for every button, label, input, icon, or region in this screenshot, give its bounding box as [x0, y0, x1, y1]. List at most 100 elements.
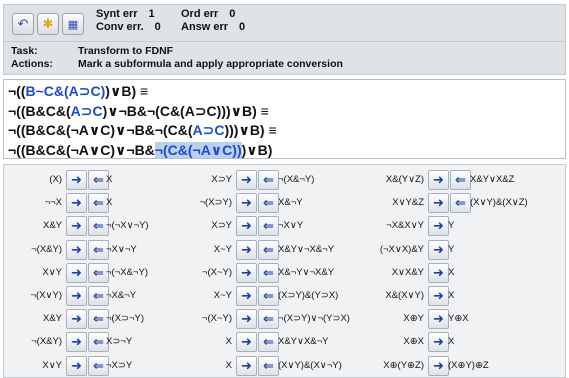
arrow-right-icon: ➜: [71, 241, 82, 257]
rule-rhs: ¬(X⊃¬Y): [106, 313, 145, 325]
arrow-left-icon: ⇐: [93, 288, 104, 303]
formula-text[interactable]: ¬((B&C&(¬A∨C)∨¬B&: [8, 142, 155, 158]
apply-forward-button[interactable]: ➜: [66, 309, 87, 330]
apply-backward-button[interactable]: ⇐: [258, 193, 279, 214]
rule-rhs: ¬X∨¬Y: [106, 243, 137, 255]
rule-rhs: ¬(X&¬Y): [278, 174, 315, 185]
rule-row: X&Y ➜ ⇐ ¬(X⊃¬Y): [6, 308, 196, 331]
apply-forward-button[interactable]: ➜: [236, 193, 257, 214]
rule-rhs: X: [106, 197, 113, 209]
formula-text[interactable]: )∨B) ≡: [105, 83, 148, 99]
apply-forward-button[interactable]: ➜: [66, 262, 87, 283]
formula-text[interactable]: )))∨B) ≡: [224, 122, 276, 138]
apply-forward-button[interactable]: ➜: [66, 216, 87, 237]
apply-forward-button[interactable]: ➜: [236, 239, 257, 260]
arrow-left-icon: ⇐: [263, 264, 274, 280]
rule-lhs: X∨Y: [42, 266, 62, 278]
rule-lhs: X⊕(Y⊕Z): [383, 359, 424, 371]
apply-forward-button[interactable]: ➜: [236, 262, 257, 283]
apply-forward-button[interactable]: ➜: [236, 170, 257, 190]
apply-forward-button[interactable]: ➜: [428, 355, 449, 376]
apply-backward-button[interactable]: ⇐: [258, 239, 279, 260]
formula-text[interactable]: ¬((: [8, 83, 26, 99]
apply-backward-button[interactable]: ⇐: [258, 216, 279, 237]
apply-backward-button[interactable]: ⇐: [450, 170, 471, 190]
rule-lhs: X~Y: [213, 243, 232, 255]
apply-forward-button[interactable]: ➜: [428, 332, 449, 353]
apply-forward-button[interactable]: ➜: [66, 170, 87, 190]
apply-forward-button[interactable]: ➜: [428, 170, 449, 190]
rule-rhs: X: [448, 266, 455, 278]
apply-backward-button[interactable]: ⇐: [258, 332, 279, 353]
rule-row: X&Y ➜ ⇐ ¬(¬X∨¬Y): [6, 215, 196, 238]
apply-forward-button[interactable]: ➜: [66, 332, 87, 353]
apply-backward-button[interactable]: ⇐: [258, 309, 279, 330]
arrow-right-icon: ➜: [241, 264, 252, 280]
apply-forward-button[interactable]: ➜: [66, 193, 87, 214]
rule-row: X⊕X ➜ X: [374, 331, 564, 354]
arrow-left-icon: ⇐: [263, 311, 274, 327]
arrow-right-icon: ➜: [241, 288, 252, 303]
arrow-right-icon: ➜: [433, 334, 444, 350]
formula-text[interactable]: ¬((B&C&(: [8, 103, 71, 119]
apply-forward-button[interactable]: ➜: [428, 239, 449, 260]
rule-rhs: X: [106, 174, 113, 185]
apply-backward-button[interactable]: ⇐: [258, 170, 279, 190]
rule-lhs: ¬X&X∨Y: [386, 220, 424, 232]
rule-rhs: Y: [448, 220, 455, 232]
apply-backward-button[interactable]: ⇐: [258, 262, 279, 283]
formula-subformula-highlight[interactable]: A⊃C: [71, 103, 103, 119]
arrow-left-icon: ⇐: [93, 334, 104, 350]
conv-err-value: 0: [154, 21, 161, 33]
rule-lhs: ¬(X⊃Y): [199, 197, 232, 209]
apply-forward-button[interactable]: ➜: [236, 286, 257, 306]
arrow-left-icon: ⇐: [263, 357, 274, 373]
arrow-right-icon: ➜: [433, 357, 444, 373]
formula-subformula-highlight[interactable]: A⊃C: [193, 122, 225, 138]
apply-forward-button[interactable]: ➜: [428, 286, 449, 306]
apply-forward-button[interactable]: ➜: [428, 262, 449, 283]
apply-forward-button[interactable]: ➜: [428, 216, 449, 237]
apply-forward-button[interactable]: ➜: [236, 332, 257, 353]
arrow-right-icon: ➜: [433, 264, 444, 280]
formula-text[interactable]: ¬((B&C&(¬A∨C)∨¬B&¬(C&(: [8, 122, 193, 138]
apply-forward-button[interactable]: ➜: [236, 309, 257, 330]
rule-rhs: (X⊕Y)⊕Z: [448, 359, 489, 371]
rule-row: ¬(X⊃Y) ➜ ⇐ X&¬Y: [190, 192, 380, 215]
apply-backward-button[interactable]: ⇐: [258, 355, 279, 376]
rule-lhs: X⊕Y: [403, 313, 424, 325]
rule-row: (X) ➜ ⇐ X: [6, 169, 196, 192]
rule-lhs: X∨Y&Z: [392, 197, 424, 209]
formula-line[interactable]: ¬((B~C&(A⊃C))∨B) ≡: [8, 82, 565, 102]
apply-backward-button[interactable]: ⇐: [450, 193, 471, 214]
undo-button[interactable]: ↶: [12, 13, 34, 35]
apply-backward-button[interactable]: ⇐: [258, 286, 279, 306]
apply-forward-button[interactable]: ➜: [66, 239, 87, 260]
rule-row: ¬¬X ➜ ⇐ X: [6, 192, 196, 215]
apply-forward-button[interactable]: ➜: [66, 286, 87, 306]
arrow-right-icon: ➜: [241, 357, 252, 373]
apply-forward-button[interactable]: ➜: [236, 216, 257, 237]
formula-subformula-highlight[interactable]: ¬(C&(¬A∨C)): [154, 141, 242, 158]
formula-text[interactable]: )∨B): [242, 142, 273, 158]
formula-line[interactable]: ¬((B&C&(¬A∨C)∨¬B&¬(C&(A⊃C)))∨B) ≡: [8, 121, 565, 141]
check-button[interactable]: ▦: [62, 13, 84, 35]
arrow-right-icon: ➜: [71, 288, 82, 303]
apply-forward-button[interactable]: ➜: [236, 355, 257, 376]
formula-line[interactable]: ¬((B&C&(¬A∨C)∨¬B&¬(C&(¬A∨C)))∨B): [8, 141, 565, 161]
arrow-right-icon: ➜: [71, 172, 82, 187]
formula-text[interactable]: )∨¬B&¬(C&(A⊃C)))∨B) ≡: [103, 103, 269, 119]
arrow-right-icon: ➜: [433, 288, 444, 303]
rule-lhs: X&Y: [42, 220, 62, 232]
rule-rhs: Y⊕X: [448, 313, 469, 325]
hint-button[interactable]: ✱: [37, 13, 59, 35]
apply-forward-button[interactable]: ➜: [428, 193, 449, 214]
formula-subformula-highlight[interactable]: B~C&(A⊃C): [26, 83, 106, 99]
formula-derivation[interactable]: ¬((B~C&(A⊃C))∨B) ≡ ¬((B&C&(A⊃C)∨¬B&¬(C&(A…: [3, 79, 566, 159]
arrow-left-icon: ⇐: [93, 311, 104, 327]
rule-rhs: X&Y∨¬X&¬Y: [278, 243, 335, 255]
rule-row: X&(Y∨Z) ➜ ⇐ X&Y∨X&Z: [374, 169, 564, 192]
formula-line[interactable]: ¬((B&C&(A⊃C)∨¬B&¬(C&(A⊃C)))∨B) ≡: [8, 102, 565, 122]
apply-forward-button[interactable]: ➜: [66, 355, 87, 376]
apply-forward-button[interactable]: ➜: [428, 309, 449, 330]
